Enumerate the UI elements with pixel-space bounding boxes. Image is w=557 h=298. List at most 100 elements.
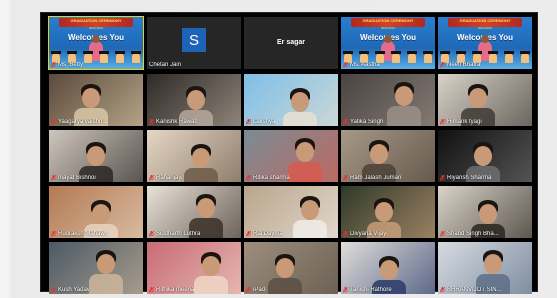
ceremony-year: 2020-2021	[88, 26, 104, 30]
participant-name: Divyana Vijay	[350, 231, 387, 237]
mic-muted-icon	[440, 62, 445, 68]
participant-tile[interactable]: GRADUATION CEREMONY 2020-2021 Welcomes You…	[341, 17, 435, 69]
participant-name-label: Ram Jalash Juman	[343, 175, 401, 181]
participant-name: Chetan Jain	[149, 62, 182, 68]
meeting-gallery-view: GRADUATION CEREMONY 2020-2021 Welcomes You…	[40, 12, 538, 294]
participant-name-label: Ria Dayma	[246, 231, 283, 237]
participant-tile[interactable]: Rithika meena	[147, 242, 241, 294]
mic-muted-icon	[440, 231, 445, 237]
participant-name-label: Ms. Aastha	[343, 62, 380, 68]
participant-tile[interactable]: Divyana Vijay	[341, 186, 435, 238]
mic-muted-icon	[246, 231, 251, 237]
participant-name-label: Rudraksh Mahaw...	[51, 231, 109, 237]
participant-name: iPad	[253, 287, 266, 293]
participant-name-label: Siddharth Luthra	[149, 231, 200, 237]
ceremony-year: 2020-2021	[477, 26, 493, 30]
participant-name-label: Rahanjay	[149, 175, 181, 181]
participant-tile[interactable]: Ram Jalash Juman	[341, 130, 435, 182]
mic-muted-icon	[149, 175, 154, 181]
participant-tile[interactable]: Shabd Singh Bha...	[438, 186, 532, 238]
participant-tile[interactable]: Tanishi Rathore	[341, 242, 435, 294]
mic-muted-icon	[343, 62, 348, 68]
participant-name: Inayat Bishnoi	[58, 175, 96, 181]
participant-name: Rithika meena	[156, 287, 195, 293]
mic-muted-icon	[440, 119, 445, 125]
participant-tile[interactable]: Kush Yadav	[49, 242, 143, 294]
participant-tile[interactable]: Yaagarya vaishn...	[49, 74, 143, 126]
participant-name-label: Inayat Bishnoi	[51, 175, 96, 181]
participant-tile[interactable]: Rahanjay	[147, 130, 241, 182]
mic-muted-icon	[51, 231, 56, 237]
avatar: S	[182, 28, 206, 52]
participant-name: Kanishk Rawat	[156, 119, 197, 125]
participant-name-label: BHRANVIJOT SIN...	[440, 287, 502, 293]
participant-name-label: Lakshya	[246, 119, 275, 125]
mic-muted-icon	[149, 119, 154, 125]
participant-name-label: Rithika meena	[149, 287, 194, 293]
mic-muted-icon	[51, 119, 56, 125]
participant-name: Neeti Bhatra	[447, 62, 481, 68]
mic-muted-icon	[343, 287, 348, 293]
mic-muted-icon	[51, 287, 56, 293]
mic-muted-icon	[51, 175, 56, 181]
participant-name: Shabd Singh Bha...	[447, 231, 499, 237]
mic-muted-icon	[440, 287, 445, 293]
participant-name-label: Tanishi Rathore	[343, 287, 392, 293]
participant-name-label: iPad	[246, 287, 265, 293]
participant-tile[interactable]: Ria Dayma	[244, 186, 338, 238]
participant-name: Ria Dayma	[253, 231, 283, 237]
participant-name: Himank tyagi	[447, 119, 482, 125]
participant-name-label: Neeti Bhatra	[440, 62, 480, 68]
participant-tile[interactable]: Lakshya	[244, 74, 338, 126]
participant-name: Kush Yadav	[58, 287, 90, 293]
participant-name: Riyansh Sharma	[447, 175, 492, 181]
participant-name: BHRANVIJOT SIN...	[447, 287, 502, 293]
mic-muted-icon	[246, 119, 251, 125]
participant-tile[interactable]: BHRANVIJOT SIN...	[438, 242, 532, 294]
participant-name: Ms. Betty	[58, 62, 84, 68]
participant-name-label: Ritika sharma	[246, 175, 290, 181]
participant-name-label: Ms. Betty	[51, 62, 83, 68]
mic-muted-icon	[343, 119, 348, 125]
mic-muted-icon	[149, 287, 154, 293]
participant-name-label: Himank tyagi	[440, 119, 482, 125]
participant-tile[interactable]: Yatika Singh	[341, 74, 435, 126]
participant-tile[interactable]: Ritika sharma	[244, 130, 338, 182]
participant-tile[interactable]: Rudraksh Mahaw...	[49, 186, 143, 238]
participant-name-label: Kush Yadav	[51, 287, 90, 293]
participant-name: Ritika sharma	[253, 175, 290, 181]
participant-name-label: Shabd Singh Bha...	[440, 231, 499, 237]
participant-tile[interactable]: Siddharth Luthra	[147, 186, 241, 238]
mic-muted-icon	[343, 231, 348, 237]
mic-muted-icon	[246, 287, 251, 293]
participant-name: Rudraksh Mahaw...	[58, 231, 110, 237]
participant-name: Ram Jalash Juman	[350, 175, 402, 181]
participant-name: Rahanjay	[156, 175, 182, 181]
participant-tile[interactable]: iPad	[244, 242, 338, 294]
participant-name-center: Er sagar	[276, 39, 306, 46]
participant-name: Yatika Singh	[350, 119, 384, 125]
participant-tile[interactable]: Himank tyagi	[438, 74, 532, 126]
mic-muted-icon	[246, 175, 251, 181]
participant-name: Ms. Aastha	[350, 62, 380, 68]
participant-tile[interactable]: Er sagar	[244, 17, 338, 69]
mic-muted-icon	[343, 175, 348, 181]
participant-tile[interactable]: S Chetan Jain	[147, 17, 241, 69]
participant-tile[interactable]: Riyansh Sharma	[438, 130, 532, 182]
participant-tile[interactable]: Kanishk Rawat	[147, 74, 241, 126]
participant-name-label: Riyansh Sharma	[440, 175, 491, 181]
participant-name-label: Yatika Singh	[343, 119, 383, 125]
participant-tile[interactable]: GRADUATION CEREMONY 2020-2021 Welcomes You…	[48, 16, 144, 70]
participant-tile[interactable]: Inayat Bishnoi	[49, 130, 143, 182]
participant-name-label: Yaagarya vaishn...	[51, 119, 107, 125]
participant-name-label: Chetan Jain	[149, 62, 181, 68]
participant-name-label: Kanishk Rawat	[149, 119, 196, 125]
participant-name: Yaagarya vaishn...	[58, 119, 108, 125]
participant-name: Siddharth Luthra	[156, 231, 201, 237]
mic-muted-icon	[440, 175, 445, 181]
mic-muted-icon	[51, 62, 56, 68]
ceremony-year: 2020-2021	[380, 26, 396, 30]
participant-tile[interactable]: GRADUATION CEREMONY 2020-2021 Welcomes You…	[438, 17, 532, 69]
participant-name: Tanishi Rathore	[350, 287, 392, 293]
participant-name: Lakshya	[253, 119, 276, 125]
